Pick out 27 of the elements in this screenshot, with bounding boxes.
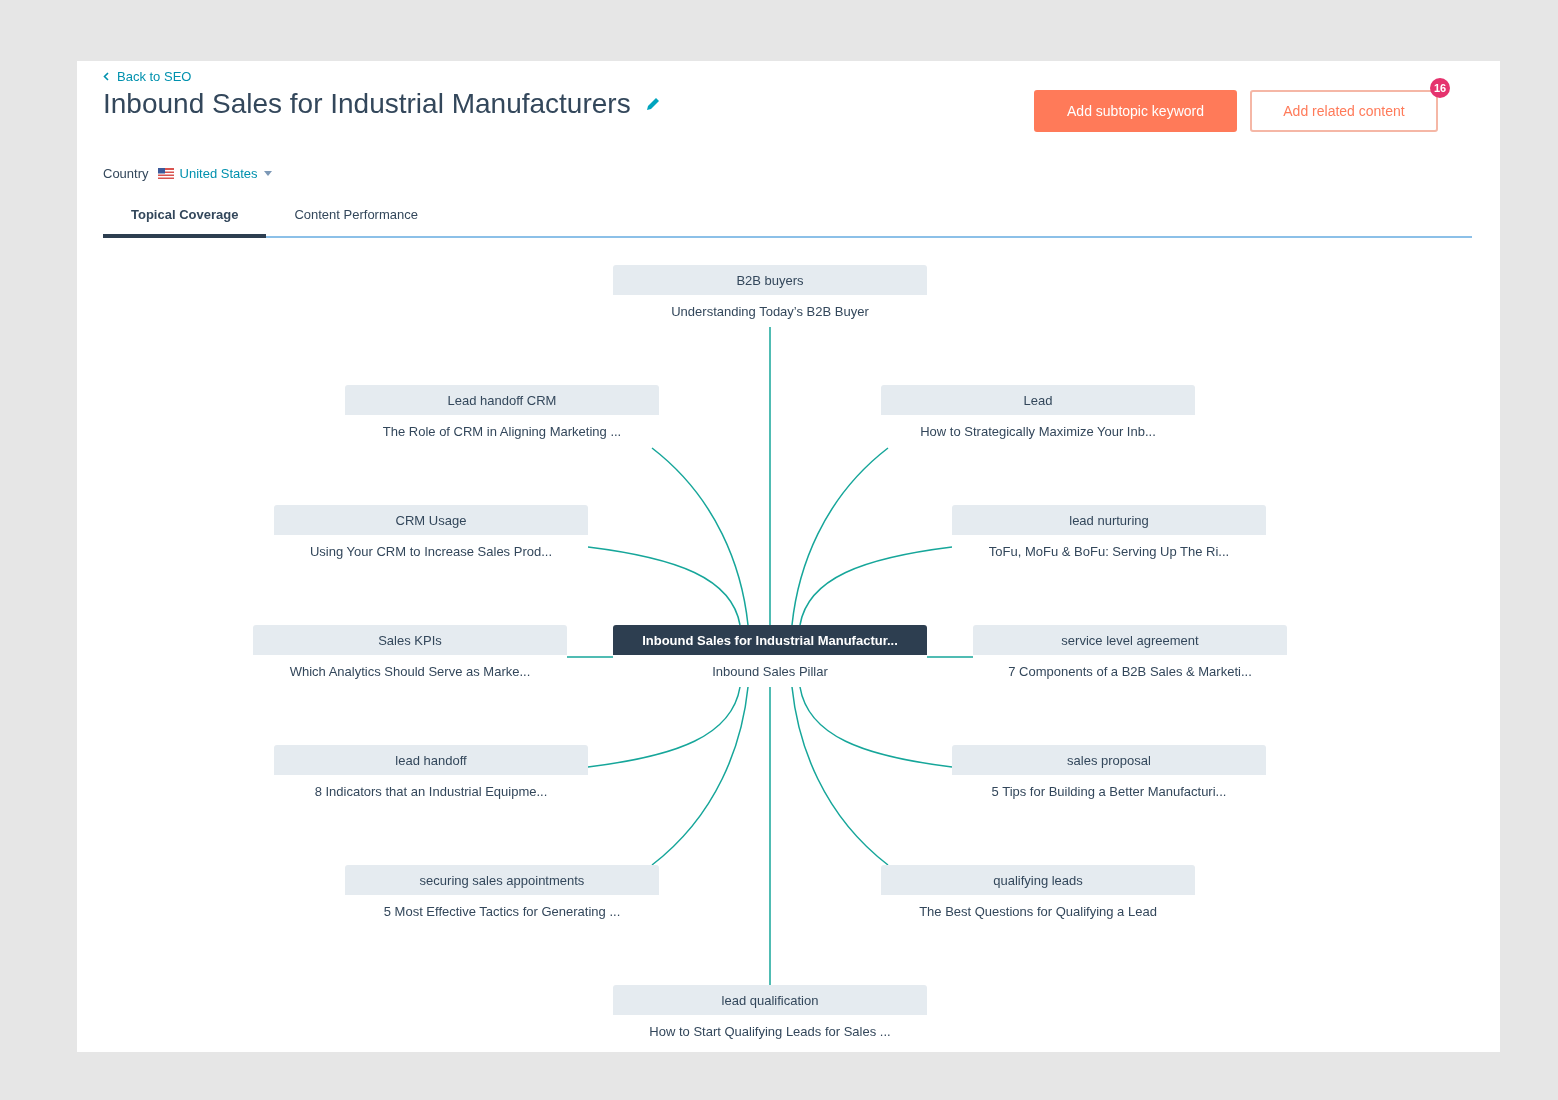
pencil-icon[interactable] — [644, 96, 661, 112]
subtopic-keyword[interactable]: lead qualification — [613, 985, 927, 1015]
subtopic-keyword[interactable]: CRM Usage — [274, 505, 588, 535]
page-title: Inbound Sales for Industrial Manufacturers — [103, 88, 631, 120]
subtopic-keyword[interactable]: B2B buyers — [613, 265, 927, 295]
back-link[interactable]: Back to SEO — [103, 69, 661, 84]
tab[interactable]: Content Performance — [266, 197, 446, 238]
subtopic-keyword[interactable]: lead handoff — [274, 745, 588, 775]
caret-icon — [263, 171, 272, 176]
pillar-keyword[interactable]: Inbound Sales for Industrial Manufactur... — [613, 625, 927, 655]
subtopic-keyword[interactable]: lead nurturing — [952, 505, 1266, 535]
subtopic-keyword[interactable]: Sales KPIs — [253, 625, 567, 655]
tab[interactable]: Topical Coverage — [103, 197, 267, 238]
country-label: Country — [103, 166, 149, 181]
subtopic-keyword[interactable]: securing sales appointments — [345, 865, 659, 895]
count-badge: 16 — [1430, 78, 1450, 98]
subtopic-keyword[interactable]: service level agreement — [973, 625, 1287, 655]
country-dropdown[interactable]: United States — [157, 166, 272, 181]
back-link-label: Back to SEO — [117, 69, 192, 84]
connector-line — [566, 656, 614, 658]
subtopic-keyword[interactable]: Lead — [881, 385, 1195, 415]
flag-icon — [157, 168, 174, 179]
connector-line — [926, 656, 974, 658]
chevron-left-icon — [103, 72, 109, 81]
subtopic-keyword[interactable]: sales proposal — [952, 745, 1266, 775]
subtopic-keyword[interactable]: Lead handoff CRM — [345, 385, 659, 415]
subtopic-keyword[interactable]: qualifying leads — [881, 865, 1195, 895]
